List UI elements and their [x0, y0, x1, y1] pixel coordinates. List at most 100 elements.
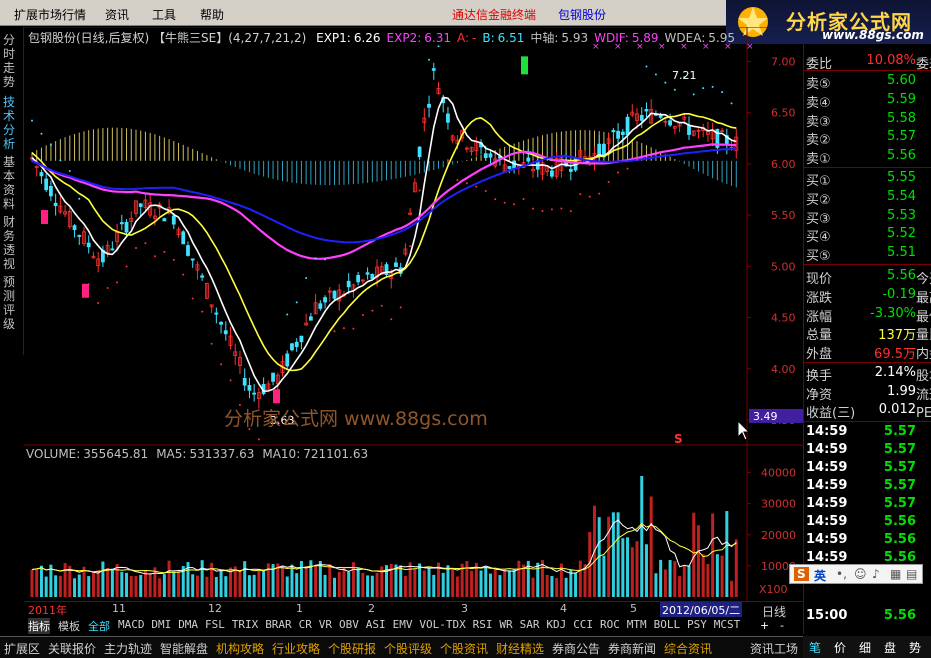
- volume-bar: [290, 564, 294, 597]
- zoom-out-button[interactable]: -: [780, 619, 784, 632]
- candle-body: [308, 316, 313, 321]
- quote-subtab[interactable]: 细: [859, 639, 871, 656]
- promo-stock-name[interactable]: 包钢股份: [558, 6, 606, 23]
- quote-subtab[interactable]: 价: [834, 639, 846, 656]
- bottom-link[interactable]: 智能解盘: [160, 640, 208, 657]
- bottom-link[interactable]: 券商新闻: [608, 640, 656, 657]
- zoom-buttons: + -: [756, 619, 803, 635]
- indicator-tab[interactable]: CR: [299, 618, 312, 631]
- menu-item-tools[interactable]: 工具: [152, 6, 176, 23]
- volume-bar: [304, 566, 308, 597]
- bottom-link[interactable]: 财经精选: [496, 640, 544, 657]
- candle-body: [294, 341, 299, 348]
- formula-name[interactable]: 【牛熊三SE】(4,27,7,21,2): [153, 31, 306, 45]
- bottom-link[interactable]: 个股评级: [384, 640, 432, 657]
- indicator-tab[interactable]: MCST: [714, 618, 741, 631]
- time-axis: 2011年 11 12 1 2 3 4 5 2012/06/05/二: [24, 601, 803, 618]
- bottom-link[interactable]: 资讯工场: [750, 640, 798, 657]
- indicator-tab[interactable]: EMV: [393, 618, 413, 631]
- bottom-info-bar: 扩展区 关联报价 主力轨迹 智能解盘 机构攻略 行业攻略 个股研报 个股评级 个股资讯 财经精选券…: [0, 636, 931, 658]
- volume-bar: [649, 496, 653, 597]
- sell-signal-marker: [521, 56, 528, 75]
- volume-bar: [540, 560, 544, 597]
- indicator-tab[interactable]: RSI: [473, 618, 493, 631]
- indicator-tab[interactable]: VR: [319, 618, 332, 631]
- volume-bar: [399, 565, 403, 597]
- indicator-tab[interactable]: VOL-TDX: [419, 618, 465, 631]
- zoom-in-button[interactable]: +: [760, 619, 769, 632]
- candle-body: [247, 385, 252, 391]
- indicator-tab[interactable]: TRIX: [232, 618, 259, 631]
- indicator-value: 中轴: 5.93: [530, 31, 588, 45]
- indicator-tab[interactable]: BOLL: [654, 618, 681, 631]
- bottom-link[interactable]: 扩展区: [4, 640, 40, 657]
- indicator-tab[interactable]: CCI: [573, 618, 593, 631]
- indicator-tab[interactable]: DMA: [178, 618, 198, 631]
- candle-body: [427, 103, 431, 108]
- indicator-tab[interactable]: 模板: [58, 618, 80, 634]
- quote-subtab[interactable]: 盘: [884, 639, 896, 656]
- quote-subtab[interactable]: 势: [909, 639, 921, 656]
- indicator-tab[interactable]: FSL: [205, 618, 225, 631]
- indicator-tab[interactable]: ROC: [600, 618, 620, 631]
- ime-keyboard-icon[interactable]: ▦: [890, 567, 901, 581]
- tab-fundamentals[interactable]: 基本资料: [3, 155, 21, 211]
- indicator-tab[interactable]: PSY: [687, 618, 707, 631]
- tab-financials[interactable]: 财务透视: [3, 215, 21, 271]
- candle-body: [49, 186, 53, 197]
- bottom-link[interactable]: 行业攻略: [272, 640, 320, 657]
- chart-area[interactable]: 7.006.506.005.505.004.504.003.503.494000…: [24, 27, 803, 601]
- bottom-link[interactable]: 券商公告: [552, 640, 600, 657]
- volume-unit-label: X100: [759, 583, 788, 596]
- ime-toolbar[interactable]: S 英 •, ☺ ♪ ▦ ▤: [789, 564, 923, 584]
- volume-bar: [35, 568, 39, 597]
- ime-settings-icon[interactable]: ▤: [906, 567, 917, 581]
- period-label[interactable]: 日线: [762, 603, 786, 620]
- indicator-tab[interactable]: SAR: [520, 618, 540, 631]
- ime-voice-icon[interactable]: ♪: [872, 567, 880, 581]
- ime-punctuation-icon[interactable]: •,: [836, 567, 847, 581]
- tab-intraday[interactable]: 分时走势: [3, 33, 21, 89]
- volume-bar: [715, 554, 719, 597]
- bottom-link[interactable]: 个股资讯: [440, 640, 488, 657]
- volume-ma5-line: [31, 519, 737, 575]
- menu-item-help[interactable]: 帮助: [200, 6, 224, 23]
- menu-item-news[interactable]: 资讯: [105, 6, 129, 23]
- bottom-link[interactable]: 个股研报: [328, 640, 376, 657]
- tick-time: 14:59: [806, 513, 848, 529]
- bottom-link[interactable]: 主力轨迹: [104, 640, 152, 657]
- ime-language[interactable]: 英: [814, 567, 826, 584]
- tab-technical-analysis[interactable]: 技术分析: [3, 95, 21, 151]
- volume-bar: [555, 578, 559, 597]
- stop-dot: [295, 301, 298, 304]
- volume-bar: [200, 560, 204, 597]
- volume-bar: [129, 576, 133, 597]
- indicator-tab[interactable]: MACD: [118, 618, 145, 631]
- indicator-header: 包钢股份(日线,后复权) 【牛熊三SE】(4,27,7,21,2) EXP1: 6…: [28, 29, 735, 46]
- candle-body: [568, 168, 573, 172]
- volume-bar: [110, 568, 114, 597]
- bottom-link[interactable]: 机构攻略: [216, 640, 264, 657]
- quote-subtab[interactable]: 笔: [809, 639, 821, 656]
- indicator-tab[interactable]: BRAR: [265, 618, 292, 631]
- indicator-tab[interactable]: WR: [499, 618, 512, 631]
- indicator-tab[interactable]: KDJ: [546, 618, 566, 631]
- bottom-link[interactable]: 综合资讯: [664, 640, 712, 657]
- indicator-tab[interactable]: MTM: [627, 618, 647, 631]
- time-label: 11: [112, 602, 126, 615]
- menu-item-extended-market[interactable]: 扩展市场行情: [14, 6, 86, 23]
- stop-dot: [324, 258, 327, 261]
- stock-title: 包钢股份(日线,后复权): [28, 31, 150, 45]
- indicator-number: 6.51: [497, 31, 525, 45]
- tab-forecast-rating[interactable]: 预测评级: [3, 275, 21, 331]
- volume-bar: [375, 572, 379, 597]
- indicator-tab[interactable]: ASI: [366, 618, 386, 631]
- bottom-link[interactable]: 关联报价: [48, 640, 96, 657]
- volume-bar: [323, 574, 327, 597]
- indicator-tab[interactable]: 全部: [88, 618, 110, 634]
- ime-emoji-icon[interactable]: ☺: [854, 567, 867, 581]
- indicator-tab[interactable]: OBV: [339, 618, 359, 631]
- indicator-tab[interactable]: DMI: [151, 618, 171, 631]
- price-volume-chart[interactable]: 7.006.506.005.505.004.504.003.503.494000…: [24, 27, 803, 601]
- indicator-tab[interactable]: 指标: [28, 618, 50, 634]
